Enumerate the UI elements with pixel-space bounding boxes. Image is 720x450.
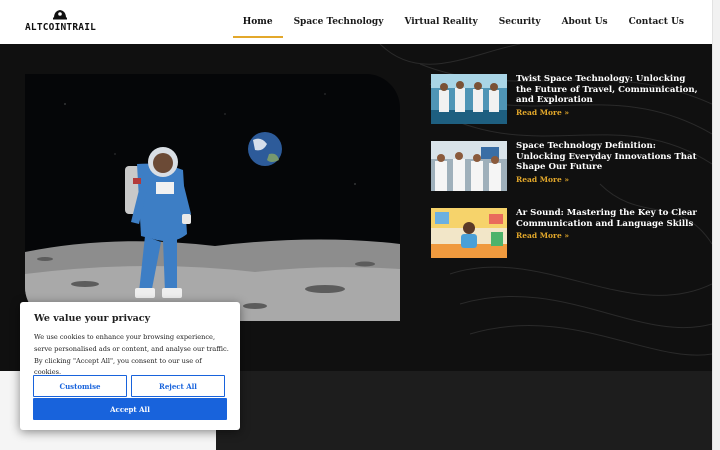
main-nav: Home Space Technology Virtual Reality Se…	[222, 0, 684, 44]
article-title-2[interactable]: Space Technology Definition: Unlocking E…	[516, 141, 701, 173]
article-card-1[interactable]: Twist Space Technology: Unlocking the Fu…	[431, 74, 701, 126]
nav-security[interactable]: Security	[499, 11, 541, 33]
cookie-description: We use cookies to enhance your browsing …	[34, 333, 229, 377]
article-thumbnail-3[interactable]	[431, 208, 507, 258]
read-more-link-1[interactable]: Read More »	[516, 108, 701, 117]
reject-all-button[interactable]: Reject All	[131, 375, 225, 397]
nav-contact-us[interactable]: Contact Us	[629, 11, 684, 33]
spaceship-icon	[53, 10, 67, 20]
article-card-3[interactable]: Ar Sound: Mastering the Key to Clear Com…	[431, 208, 701, 260]
site-logo[interactable]: ALTCOINTRAIL	[25, 8, 97, 36]
lower-section-right	[216, 371, 712, 450]
nav-home[interactable]: Home	[232, 11, 283, 38]
nav-virtual-reality[interactable]: Virtual Reality	[404, 11, 477, 33]
page-scrollbar[interactable]	[712, 0, 720, 450]
article-card-2[interactable]: Space Technology Definition: Unlocking E…	[431, 141, 701, 193]
nav-space-technology[interactable]: Space Technology	[294, 11, 384, 33]
nav-about-us[interactable]: About Us	[562, 11, 608, 33]
read-more-link-3[interactable]: Read More »	[516, 231, 701, 240]
hero-image[interactable]	[25, 74, 400, 321]
accept-all-button[interactable]: Accept All	[33, 398, 227, 420]
article-title-1[interactable]: Twist Space Technology: Unlocking the Fu…	[516, 74, 701, 106]
article-thumbnail-1[interactable]	[431, 74, 507, 124]
cookie-title: We value your privacy	[34, 313, 151, 324]
astronaut-image	[25, 74, 400, 321]
article-title-3[interactable]: Ar Sound: Mastering the Key to Clear Com…	[516, 208, 701, 229]
cookie-consent-banner: We value your privacy We use cookies to …	[20, 302, 240, 430]
site-header: ALTCOINTRAIL Home Space Technology Virtu…	[0, 0, 712, 44]
article-thumbnail-2[interactable]	[431, 141, 507, 191]
customise-button[interactable]: Customise	[33, 375, 127, 397]
read-more-link-2[interactable]: Read More »	[516, 175, 701, 184]
logo-text: ALTCOINTRAIL	[25, 22, 97, 33]
